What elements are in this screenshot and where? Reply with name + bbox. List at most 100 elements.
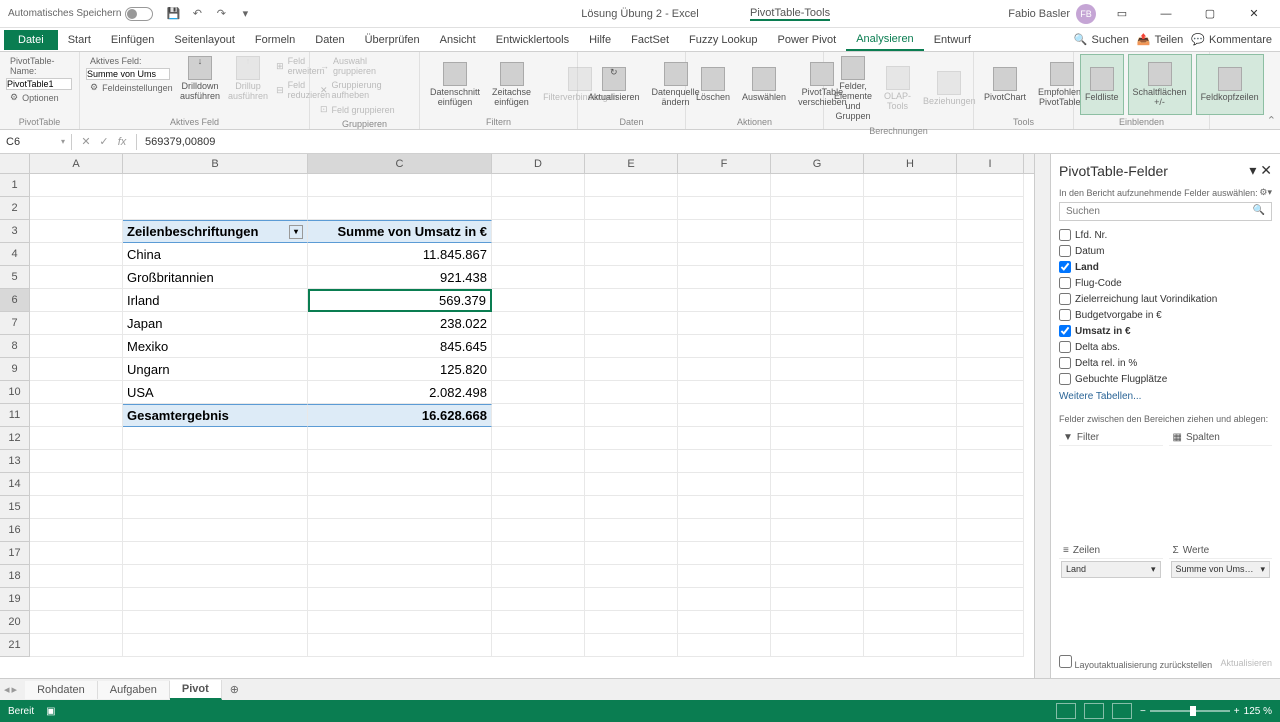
cell-B11[interactable]: Gesamtergebnis bbox=[123, 404, 308, 427]
cell-C16[interactable] bbox=[308, 519, 492, 542]
cell-F11[interactable] bbox=[678, 404, 771, 427]
tab-power pivot[interactable]: Power Pivot bbox=[768, 30, 847, 50]
cell-C13[interactable] bbox=[308, 450, 492, 473]
col-header-D[interactable]: D bbox=[492, 154, 585, 173]
cell-I17[interactable] bbox=[957, 542, 1024, 565]
fieldlist-toggle[interactable]: Feldliste bbox=[1080, 54, 1124, 115]
cell-E20[interactable] bbox=[585, 611, 678, 634]
cell-F2[interactable] bbox=[678, 197, 771, 220]
cell-F7[interactable] bbox=[678, 312, 771, 335]
cell-D10[interactable] bbox=[492, 381, 585, 404]
col-header-G[interactable]: G bbox=[771, 154, 864, 173]
cell-B7[interactable]: Japan bbox=[123, 312, 308, 335]
cell-F19[interactable] bbox=[678, 588, 771, 611]
col-header-I[interactable]: I bbox=[957, 154, 1024, 173]
cell-F14[interactable] bbox=[678, 473, 771, 496]
fx-icon[interactable]: fx bbox=[114, 134, 130, 150]
cell-F20[interactable] bbox=[678, 611, 771, 634]
cell-D19[interactable] bbox=[492, 588, 585, 611]
field-gebuchte-flugplätze[interactable]: Gebuchte Flugplätze bbox=[1059, 371, 1272, 387]
field-datum[interactable]: Datum bbox=[1059, 243, 1272, 259]
cell-B19[interactable] bbox=[123, 588, 308, 611]
row-header-7[interactable]: 7 bbox=[0, 312, 30, 335]
vertical-scrollbar[interactable] bbox=[1034, 154, 1050, 678]
fields-items-button[interactable]: Felder, Elemente und Gruppen bbox=[830, 54, 876, 124]
cell-I19[interactable] bbox=[957, 588, 1024, 611]
autosave-toggle[interactable]: Automatisches Speichern bbox=[8, 7, 153, 21]
cell-H4[interactable] bbox=[864, 243, 957, 266]
cell-I9[interactable] bbox=[957, 358, 1024, 381]
cell-I11[interactable] bbox=[957, 404, 1024, 427]
cell-F9[interactable] bbox=[678, 358, 771, 381]
col-header-C[interactable]: C bbox=[308, 154, 492, 173]
sheet-nav-first-icon[interactable]: ◂ bbox=[4, 683, 10, 696]
cell-E10[interactable] bbox=[585, 381, 678, 404]
row-header-2[interactable]: 2 bbox=[0, 197, 30, 220]
row-header-18[interactable]: 18 bbox=[0, 565, 30, 588]
cell-E15[interactable] bbox=[585, 496, 678, 519]
undo-icon[interactable]: ↶ bbox=[189, 6, 205, 22]
area-filter[interactable]: ▼ Filter bbox=[1059, 430, 1163, 537]
row-header-9[interactable]: 9 bbox=[0, 358, 30, 381]
cell-D5[interactable] bbox=[492, 266, 585, 289]
cell-E4[interactable] bbox=[585, 243, 678, 266]
zoom-in-icon[interactable]: + bbox=[1234, 706, 1240, 717]
cell-I16[interactable] bbox=[957, 519, 1024, 542]
cell-B1[interactable] bbox=[123, 174, 308, 197]
cell-D2[interactable] bbox=[492, 197, 585, 220]
cell-B20[interactable] bbox=[123, 611, 308, 634]
row-header-8[interactable]: 8 bbox=[0, 335, 30, 358]
cell-C3[interactable]: Summe von Umsatz in € bbox=[308, 220, 492, 243]
row-header-3[interactable]: 3 bbox=[0, 220, 30, 243]
area-columns[interactable]: ▦ Spalten bbox=[1169, 430, 1273, 537]
cell-E7[interactable] bbox=[585, 312, 678, 335]
field-delta-abs.[interactable]: Delta abs. bbox=[1059, 339, 1272, 355]
cell-C20[interactable] bbox=[308, 611, 492, 634]
fieldheaders-toggle[interactable]: Feldkopfzeilen bbox=[1196, 54, 1264, 115]
row-header-12[interactable]: 12 bbox=[0, 427, 30, 450]
save-icon[interactable]: 💾 bbox=[165, 6, 181, 22]
area-values[interactable]: Σ Werte Summe von Umsatz in €▾ bbox=[1169, 543, 1273, 650]
cell-E11[interactable] bbox=[585, 404, 678, 427]
tab-start[interactable]: Start bbox=[58, 30, 101, 50]
minimize-icon[interactable]: — bbox=[1148, 0, 1184, 28]
cell-H13[interactable] bbox=[864, 450, 957, 473]
cell-A1[interactable] bbox=[30, 174, 123, 197]
cell-F5[interactable] bbox=[678, 266, 771, 289]
cell-H14[interactable] bbox=[864, 473, 957, 496]
cell-D20[interactable] bbox=[492, 611, 585, 634]
cell-G11[interactable] bbox=[771, 404, 864, 427]
cell-F21[interactable] bbox=[678, 634, 771, 657]
cell-A9[interactable] bbox=[30, 358, 123, 381]
cell-H7[interactable] bbox=[864, 312, 957, 335]
search-button[interactable]: 🔍 Suchen bbox=[1074, 33, 1129, 46]
cancel-formula-icon[interactable]: ✕ bbox=[78, 134, 94, 150]
cell-E19[interactable] bbox=[585, 588, 678, 611]
cell-D4[interactable] bbox=[492, 243, 585, 266]
refresh-button[interactable]: ↻Aktualisieren bbox=[584, 54, 644, 115]
cell-H12[interactable] bbox=[864, 427, 957, 450]
sheet-tab-aufgaben[interactable]: Aufgaben bbox=[98, 681, 170, 699]
cell-H16[interactable] bbox=[864, 519, 957, 542]
row-header-11[interactable]: 11 bbox=[0, 404, 30, 427]
cell-A4[interactable] bbox=[30, 243, 123, 266]
cell-B17[interactable] bbox=[123, 542, 308, 565]
cell-E17[interactable] bbox=[585, 542, 678, 565]
cell-F12[interactable] bbox=[678, 427, 771, 450]
row-header-4[interactable]: 4 bbox=[0, 243, 30, 266]
cell-C4[interactable]: 11.845.867 bbox=[308, 243, 492, 266]
cell-I3[interactable] bbox=[957, 220, 1024, 243]
sheet-tab-rohdaten[interactable]: Rohdaten bbox=[25, 681, 98, 699]
cell-G3[interactable] bbox=[771, 220, 864, 243]
sheet-nav-last-icon[interactable]: ▸ bbox=[12, 683, 18, 696]
tab-daten[interactable]: Daten bbox=[305, 30, 354, 50]
cell-B15[interactable] bbox=[123, 496, 308, 519]
cell-D14[interactable] bbox=[492, 473, 585, 496]
cell-G7[interactable] bbox=[771, 312, 864, 335]
cell-D9[interactable] bbox=[492, 358, 585, 381]
cell-F4[interactable] bbox=[678, 243, 771, 266]
select-all-corner[interactable] bbox=[0, 154, 30, 173]
cell-A19[interactable] bbox=[30, 588, 123, 611]
row-header-16[interactable]: 16 bbox=[0, 519, 30, 542]
cell-B3[interactable]: Zeilenbeschriftungen▾ bbox=[123, 220, 308, 243]
